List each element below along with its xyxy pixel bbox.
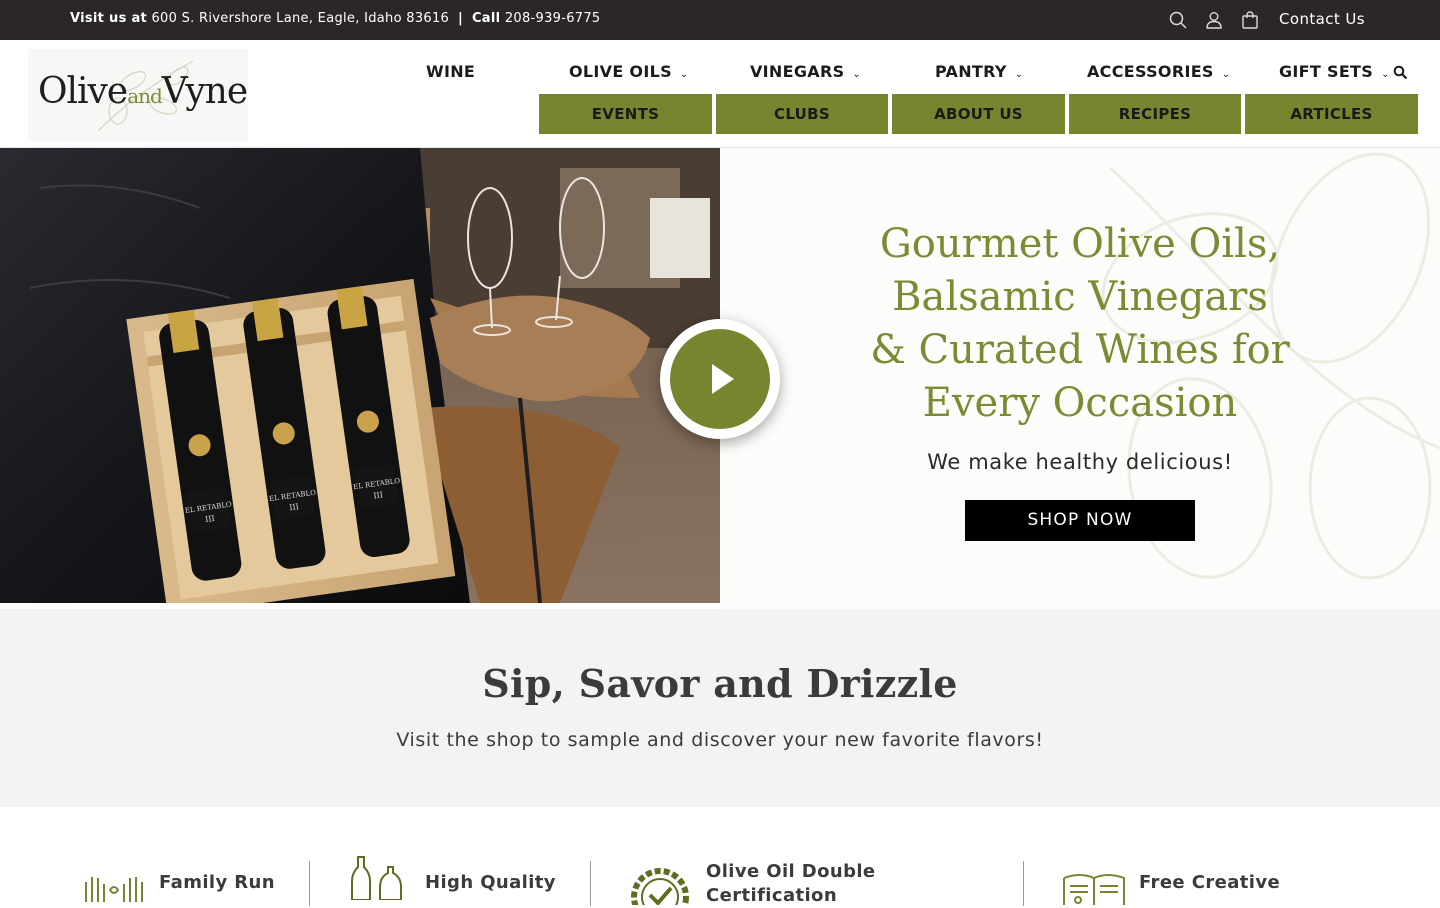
shop-now-button[interactable]: SHOP NOW: [965, 500, 1195, 541]
nav-clubs[interactable]: CLUBS: [716, 94, 888, 134]
contact-us-link[interactable]: Contact Us: [1279, 10, 1365, 28]
cart-icon[interactable]: [1240, 10, 1260, 30]
nav-about-us[interactable]: ABOUT US: [892, 94, 1065, 134]
nav-events[interactable]: EVENTS: [539, 94, 712, 134]
logo-text: OliveandVyne: [38, 71, 248, 112]
chevron-down-icon: ⌄: [852, 69, 862, 80]
nav-gift-sets[interactable]: GIFT SETS ⌄: [1279, 62, 1390, 81]
search-icon[interactable]: [1168, 10, 1188, 30]
feature-family-run: Family Run: [159, 872, 275, 893]
feature-high-quality: High Quality: [425, 872, 556, 893]
nav-accessories[interactable]: ACCESSORIES ⌄: [1087, 62, 1230, 81]
nav-olive-oils[interactable]: OLIVE OILS ⌄: [569, 62, 689, 81]
store-phone[interactable]: 208-939-6775: [505, 11, 601, 26]
hero-image: EL RETABLO III EL RETABLO III EL RETABLO…: [0, 148, 720, 603]
visit-label: Visit us at: [70, 11, 148, 26]
divider: [590, 861, 591, 906]
chevron-down-icon: ⌄: [1014, 69, 1024, 80]
hero-section: EL RETABLO III EL RETABLO III EL RETABLO…: [0, 148, 1440, 609]
store-address[interactable]: 600 S. Rivershore Lane, Eagle, Idaho 836…: [151, 11, 449, 26]
certified-badge-icon: [631, 868, 689, 905]
chevron-down-icon: ⌄: [1221, 69, 1231, 80]
header-icons: [1168, 10, 1260, 30]
svg-text:III: III: [289, 502, 300, 512]
section-title: Sip, Savor and Drizzle: [482, 661, 958, 706]
chevron-down-icon: ⌄: [679, 69, 689, 80]
svg-text:III: III: [373, 490, 384, 500]
site-logo[interactable]: OliveandVyne: [28, 49, 248, 141]
features-strip: Family Run High Quality Olive Oil Double…: [0, 807, 1440, 906]
hands-icon: [85, 877, 143, 902]
play-video-button[interactable]: [660, 319, 780, 439]
play-icon: [712, 364, 734, 394]
divider: [309, 861, 310, 906]
bottles-icon: [351, 856, 402, 900]
feature-free-creative: Free Creative: [1139, 872, 1281, 893]
hero-text-panel: Gourmet Olive Oils, Balsamic Vinegars & …: [720, 148, 1440, 609]
nav-search-icon[interactable]: [1393, 65, 1408, 84]
hero-tagline: We make healthy delicious!: [927, 450, 1233, 474]
nav-vinegars[interactable]: VINEGARS ⌄: [750, 62, 861, 81]
svg-text:III: III: [205, 514, 216, 524]
top-bar: Visit us at 600 S. Rivershore Lane, Eagl…: [0, 0, 1440, 40]
nav-recipes[interactable]: RECIPES: [1069, 94, 1241, 134]
feature-double-certification: Olive Oil Double Certification: [706, 861, 876, 906]
nav-pantry[interactable]: PANTRY ⌄: [935, 62, 1023, 81]
nav-wine[interactable]: WINE: [426, 62, 475, 81]
chevron-down-icon: ⌄: [1381, 69, 1390, 80]
store-info: Visit us at 600 S. Rivershore Lane, Eagl…: [70, 11, 601, 26]
sip-section: Sip, Savor and Drizzle Visit the shop to…: [0, 609, 1440, 807]
hero-headline: Gourmet Olive Oils, Balsamic Vinegars & …: [870, 221, 1290, 426]
nav-articles[interactable]: ARTICLES: [1245, 94, 1418, 134]
account-icon[interactable]: [1204, 10, 1224, 30]
section-subtitle: Visit the shop to sample and discover yo…: [396, 729, 1044, 751]
separator: |: [458, 11, 464, 26]
site-header: OliveandVyne WINE OLIVE OILS ⌄ VINEGARS ⌄ …: [0, 40, 1440, 148]
call-label: Call: [471, 11, 501, 26]
divider: [1023, 861, 1024, 906]
